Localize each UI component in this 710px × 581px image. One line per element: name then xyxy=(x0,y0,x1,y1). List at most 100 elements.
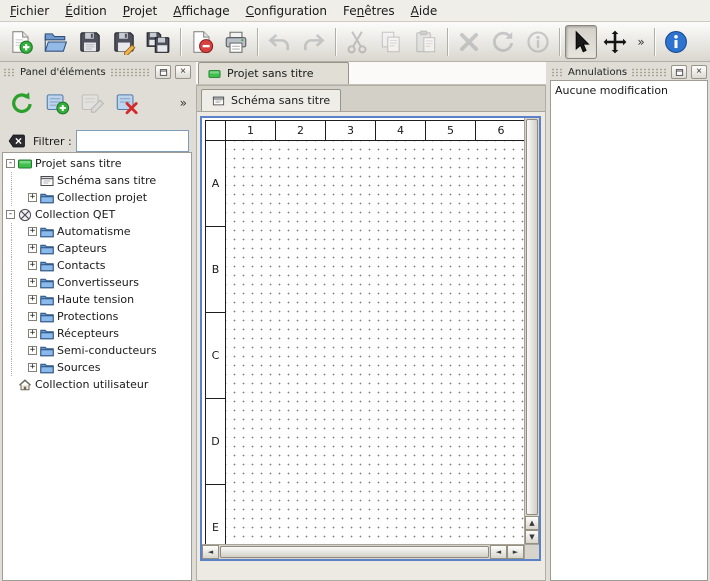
tree-item-contacts[interactable]: + Contacts xyxy=(3,257,191,274)
tree-expander[interactable]: + xyxy=(28,261,37,270)
tree-item-automatisme[interactable]: +Automatisme xyxy=(3,223,191,240)
tree-item-capteurs[interactable]: +Capteurs xyxy=(3,240,191,257)
menu-projet[interactable]: Projet xyxy=(115,2,165,20)
panel-overflow-button[interactable]: » xyxy=(177,96,190,110)
new-element-button[interactable] xyxy=(41,87,73,119)
tree-expander[interactable]: + xyxy=(28,244,37,253)
row-headers: ABCDE xyxy=(206,141,226,544)
delete-element-button[interactable] xyxy=(111,87,143,119)
diagram-tab[interactable]: Schéma sans titre xyxy=(201,89,341,111)
close-panel-button[interactable]: × xyxy=(691,65,707,79)
menu-configuration[interactable]: Configuration xyxy=(238,2,335,20)
toolbar-separator xyxy=(559,28,560,56)
filter-clear-button[interactable] xyxy=(5,130,29,152)
scroll-left-button[interactable]: ◄ xyxy=(202,545,219,559)
undo-panel-titlebar[interactable]: Annulations × xyxy=(550,64,708,80)
float-panel-button[interactable] xyxy=(671,65,687,79)
project-icon xyxy=(18,157,32,171)
select-tool-button[interactable] xyxy=(565,25,597,59)
save-all-button[interactable] xyxy=(142,25,174,59)
folder-icon xyxy=(40,259,54,273)
close-panel-button[interactable]: × xyxy=(175,65,191,79)
tree-item-label: Contacts xyxy=(57,259,106,272)
move-tool-button[interactable] xyxy=(599,25,631,59)
menu-fichier[interactable]: Fichier xyxy=(2,2,57,20)
tree-item-collection-projet[interactable]: + Collection projet xyxy=(3,189,191,206)
tree-item-projet-sans-titre[interactable]: - Projet sans titre xyxy=(3,155,191,172)
rotate-icon xyxy=(490,29,516,55)
tree-item-recepteurs[interactable]: +Récepteurs xyxy=(3,325,191,342)
cut-icon xyxy=(344,29,370,55)
horizontal-scrollbar[interactable]: ◄ ◄ ► xyxy=(202,544,524,559)
tree-item-haute-tension[interactable]: +Haute tension xyxy=(3,291,191,308)
tree-item-label: Collection projet xyxy=(57,191,147,204)
scroll-up-button[interactable]: ▲ xyxy=(525,516,539,530)
save-button[interactable] xyxy=(74,25,106,59)
hscroll-thumb[interactable] xyxy=(220,546,489,558)
tree-guide xyxy=(11,342,25,359)
redo-button xyxy=(298,25,330,59)
reload-button[interactable] xyxy=(6,87,38,119)
menu-affichage[interactable]: Affichage xyxy=(165,2,237,20)
sheet-corner xyxy=(206,121,226,141)
tree-expander[interactable]: + xyxy=(28,227,37,236)
menu-edition[interactable]: Édition xyxy=(57,2,115,20)
print-button[interactable] xyxy=(220,25,252,59)
float-panel-button[interactable] xyxy=(155,65,171,79)
tree-item-protections[interactable]: +Protections xyxy=(3,308,191,325)
scroll-right-button[interactable]: ► xyxy=(507,545,524,559)
close-file-button[interactable] xyxy=(186,25,218,59)
tree-guide xyxy=(11,240,25,257)
column-headers: 123456 xyxy=(226,121,524,141)
diagram-tab-label: Schéma sans titre xyxy=(231,94,330,107)
tree-expander[interactable]: + xyxy=(28,363,37,372)
tree-item-label: Projet sans titre xyxy=(35,157,122,170)
open-file-button[interactable] xyxy=(39,25,71,59)
elements-tree: - Projet sans titre Schéma sans titre + Coll… xyxy=(2,152,192,581)
tree-item-label: Collection QET xyxy=(35,208,115,221)
vertical-scrollbar[interactable]: ▲ ▼ xyxy=(524,118,539,544)
open-file-icon xyxy=(42,29,68,55)
toolbar-overflow-button[interactable]: » xyxy=(632,35,649,49)
scroll-left-end-button[interactable]: ◄ xyxy=(490,545,507,559)
save-as-icon xyxy=(111,29,137,55)
column-header-1: 1 xyxy=(226,121,276,140)
menu-fenetres[interactable]: Fenêtres xyxy=(335,2,403,20)
new-element-icon xyxy=(44,90,70,116)
folder-icon xyxy=(40,327,54,341)
tree-item-collection-qet[interactable]: - Collection QET xyxy=(3,206,191,223)
vscroll-thumb[interactable] xyxy=(526,119,538,515)
redo-icon xyxy=(301,29,327,55)
filter-input[interactable] xyxy=(76,130,189,152)
tree-expander[interactable]: + xyxy=(28,295,37,304)
tree-guide xyxy=(11,257,25,274)
diagram-canvas[interactable] xyxy=(226,141,524,544)
undo-history-list[interactable]: Aucune modification xyxy=(550,80,708,581)
rotate-button xyxy=(487,25,519,59)
tree-expander[interactable]: - xyxy=(6,210,15,219)
menu-aide[interactable]: Aide xyxy=(403,2,446,20)
diagram-viewport[interactable]: 123456 ABCDE xyxy=(202,118,524,544)
scroll-down-button[interactable]: ▼ xyxy=(525,530,539,544)
elements-panel-toolbar: » xyxy=(2,80,192,126)
tree-item-schema-sans-titre[interactable]: Schéma sans titre xyxy=(3,172,191,189)
tree-expander[interactable]: - xyxy=(6,159,15,168)
hscroll-track[interactable] xyxy=(220,546,489,558)
help-button[interactable] xyxy=(660,25,692,59)
new-file-button[interactable] xyxy=(5,25,37,59)
tree-expander[interactable]: + xyxy=(28,193,37,202)
elements-panel-titlebar[interactable]: Panel d'éléments × xyxy=(2,64,192,80)
tree-expander[interactable]: + xyxy=(28,312,37,321)
folder-icon xyxy=(40,293,54,307)
tree-item-collection-utilisateur[interactable]: Collection utilisateur xyxy=(3,376,191,393)
tree-expander[interactable]: + xyxy=(28,278,37,287)
vscroll-track[interactable] xyxy=(526,119,538,515)
tree-item-sources[interactable]: +Sources xyxy=(3,359,191,376)
tree-expander[interactable]: + xyxy=(28,329,37,338)
tree-item-semi-conducteurs[interactable]: +Semi-conducteurs xyxy=(3,342,191,359)
project-tab[interactable]: Projet sans titre xyxy=(198,62,349,84)
tree-expander[interactable]: + xyxy=(28,346,37,355)
column-header-2: 2 xyxy=(276,121,326,140)
tree-item-convertisseurs[interactable]: +Convertisseurs xyxy=(3,274,191,291)
save-as-button[interactable] xyxy=(108,25,140,59)
